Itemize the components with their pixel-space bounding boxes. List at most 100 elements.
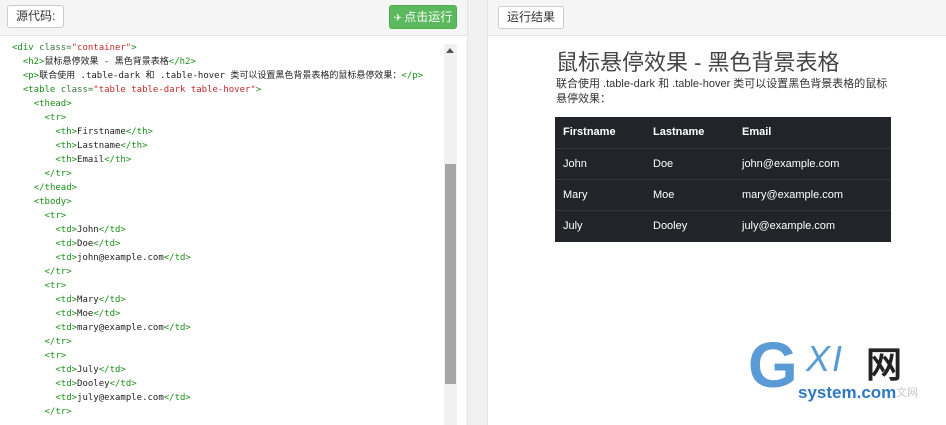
code-token: </td>: [98, 225, 126, 235]
table-row[interactable]: Mary Moe mary@example.com: [555, 179, 891, 210]
code-token: <tr>: [44, 211, 67, 221]
scroll-thumb[interactable]: [445, 164, 456, 384]
code-line: <tr>: [12, 349, 67, 363]
scroll-up-arrow-icon[interactable]: [446, 48, 454, 53]
app: 源代码: ✈ 点击运行 <div class="container"> <h2>鼠…: [0, 0, 946, 425]
code-token: >: [131, 43, 137, 53]
code-token: <td>: [55, 309, 78, 319]
code-token: 联合使用 .table-dark 和 .table-hover 类可以设置黑色背…: [39, 71, 402, 81]
table-cell: july@example.com: [742, 220, 836, 232]
code-token: </td>: [93, 309, 121, 319]
source-code-button[interactable]: 源代码:: [7, 5, 65, 28]
code-line: <td>john@example.com</td>: [12, 251, 191, 265]
code-token: Lastname: [77, 141, 121, 151]
code-token: </td>: [163, 323, 191, 333]
code-token: <table: [22, 85, 61, 95]
table-header-row: Firstname Lastname Email: [555, 117, 891, 148]
code-token: <div: [12, 43, 40, 53]
code-line: <td>John</td>: [12, 223, 126, 237]
code-token: <th>: [55, 127, 78, 137]
table-header-cell: Email: [742, 126, 772, 138]
code-token: </th>: [120, 141, 148, 151]
source-toolbar: 源代码: ✈ 点击运行: [0, 0, 467, 36]
code-token: <tr>: [44, 351, 67, 361]
code-token: Mary: [77, 295, 99, 305]
code-token: <td>: [55, 253, 78, 263]
code-token: Dooley: [77, 379, 110, 389]
code-token: <td>: [55, 323, 78, 333]
code-line: <tbody>: [12, 195, 72, 209]
dark-table: Firstname Lastname Email John Doe john@e…: [555, 117, 891, 242]
code-token: "table table-dark table-hover": [93, 85, 256, 95]
code-line: <tr>: [12, 209, 67, 223]
code-token: Firstname: [77, 127, 126, 137]
code-token: <th>: [55, 141, 78, 151]
code-token: mary@example.com: [77, 323, 164, 333]
table-row[interactable]: John Doe john@example.com: [555, 148, 891, 179]
code-token: class=: [60, 85, 94, 95]
watermark-xi: XI: [806, 338, 845, 379]
result-toolbar: 运行结果: [488, 0, 946, 36]
code-token: </h2>: [168, 57, 196, 67]
code-token: <td>: [55, 239, 78, 249]
code-line: <thead>: [12, 97, 72, 111]
code-line: <h2>鼠标悬停效果 - 黑色背景表格</h2>: [12, 55, 196, 69]
code-editor[interactable]: <div class="container"> <h2>鼠标悬停效果 - 黑色背…: [0, 37, 444, 425]
run-button[interactable]: ✈ 点击运行: [389, 5, 457, 29]
run-result-button[interactable]: 运行结果: [498, 6, 565, 29]
code-token: </thead>: [33, 183, 78, 193]
code-token: <td>: [55, 225, 78, 235]
send-icon: ✈: [393, 13, 403, 24]
table-header-cell: Lastname: [653, 126, 705, 138]
code-token: </td>: [109, 379, 137, 389]
code-token: </td>: [163, 393, 191, 403]
code-line: </tr>: [12, 167, 72, 181]
code-line: <th>Firstname</th>: [12, 125, 153, 139]
code-token: </p>: [401, 71, 424, 81]
code-scrollbar[interactable]: [444, 44, 457, 425]
pane-divider[interactable]: [467, 0, 488, 425]
code-line: <td>Dooley</td>: [12, 377, 137, 391]
table-cell: john@example.com: [742, 158, 840, 170]
code-line: </thead>: [12, 181, 77, 195]
code-line: </tr>: [12, 335, 72, 349]
code-token: Email: [77, 155, 105, 165]
code-token: <td>: [55, 393, 78, 403]
table-row[interactable]: July Dooley july@example.com: [555, 210, 891, 241]
code-token: class=: [39, 43, 72, 53]
code-line: <td>Mary</td>: [12, 293, 126, 307]
code-line: <table class="table table-dark table-hov…: [12, 83, 261, 97]
code-token: <th>: [55, 155, 78, 165]
code-token: <h2>: [22, 57, 45, 67]
code-line: <td>Doe</td>: [12, 237, 120, 251]
code-token: </tr>: [44, 337, 72, 347]
code-token: </th>: [104, 155, 132, 165]
code-token: <td>: [55, 379, 78, 389]
code-line: <tr>: [12, 111, 67, 125]
code-token: </tr>: [44, 169, 72, 179]
gxi-watermark-logo: G XI 网 system.com 文网: [748, 329, 938, 408]
code-token: <tbody>: [33, 197, 72, 207]
code-line: <td>Moe</td>: [12, 307, 120, 321]
code-token: </td>: [98, 365, 126, 375]
code-token: </td>: [98, 295, 126, 305]
table-cell: John: [563, 158, 587, 170]
code-token: </tr>: [44, 267, 72, 277]
code-token: </td>: [163, 253, 191, 263]
code-line: <td>mary@example.com</td>: [12, 321, 191, 335]
